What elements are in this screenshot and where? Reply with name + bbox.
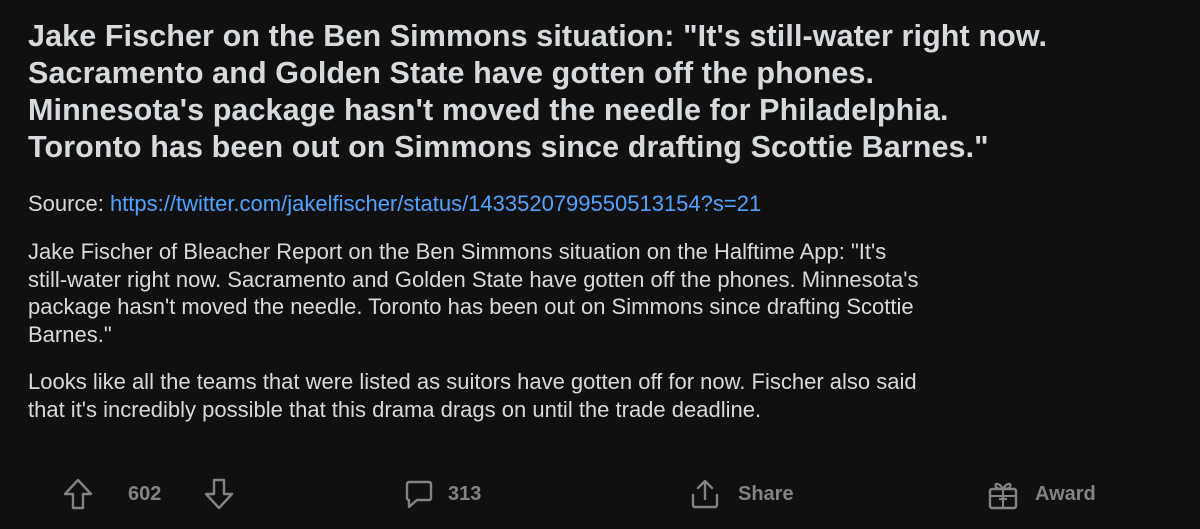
post-title-line: Sacramento and Golden State have gotten … <box>28 56 875 90</box>
downvote-button[interactable] <box>203 470 235 518</box>
post-body-paragraph: Jake Fischer of Bleacher Report on the B… <box>28 238 1178 348</box>
body-line: that it's incredibly possible that this … <box>28 396 762 422</box>
body-line: Barnes." <box>28 321 112 347</box>
post-title-line: Jake Fischer on the Ben Simmons situatio… <box>28 19 1048 53</box>
source-label: Source: <box>28 191 110 216</box>
body-line: package hasn't moved the needle. Toronto… <box>28 294 914 319</box>
award-gift-icon <box>988 482 1018 510</box>
body-line: Jake Fischer of Bleacher Report on the B… <box>28 239 887 264</box>
post-body-paragraph: Looks like all the teams that were liste… <box>28 368 1178 423</box>
post-title-line: Toronto has been out on Simmons since dr… <box>28 130 989 164</box>
post: Jake Fischer on the Ben Simmons situatio… <box>28 18 1178 423</box>
downvote-arrow-icon <box>204 478 234 510</box>
share-button[interactable]: Share <box>690 470 794 518</box>
source-link[interactable]: https://twitter.com/jakelfischer/status/… <box>110 191 761 216</box>
upvote-arrow-icon <box>63 478 93 510</box>
comment-count: 313 <box>448 482 482 505</box>
vote-count: 602 <box>128 482 162 505</box>
body-line: still-water right now. Sacramento and Go… <box>28 266 919 292</box>
post-action-bar: 602 313 Share Award <box>0 470 1200 518</box>
upvote-button[interactable] <box>62 470 94 518</box>
post-title-line: Minnesota's package hasn't moved the nee… <box>28 93 949 127</box>
award-label: Award <box>1035 482 1096 505</box>
share-icon <box>691 479 719 509</box>
award-button[interactable]: Award <box>987 470 1096 518</box>
share-label: Share <box>738 482 794 505</box>
post-title[interactable]: Jake Fischer on the Ben Simmons situatio… <box>28 18 1178 166</box>
comments-button[interactable]: 313 <box>404 470 481 518</box>
post-source: Source: https://twitter.com/jakelfischer… <box>28 190 1178 218</box>
body-line: Looks like all the teams that were liste… <box>28 369 917 394</box>
comment-bubble-icon <box>405 480 433 509</box>
